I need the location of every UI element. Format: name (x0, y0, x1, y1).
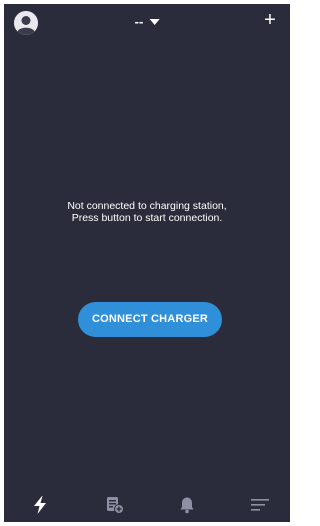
bottom-navigation (4, 488, 290, 522)
station-label: -- (134, 14, 144, 29)
app-screen: -- + Not connected to charging station, … (4, 4, 290, 522)
nav-item-notifications[interactable] (167, 488, 207, 522)
menu-icon (251, 498, 269, 512)
station-selector[interactable]: -- (135, 14, 160, 29)
nav-item-menu[interactable] (240, 488, 280, 522)
user-avatar-icon[interactable] (14, 11, 38, 35)
connection-status-message: Not connected to charging station, Press… (4, 200, 290, 224)
nav-item-charging[interactable] (20, 488, 60, 522)
add-button[interactable]: + (260, 10, 280, 30)
caret-down-icon (149, 19, 160, 25)
bell-icon (179, 496, 195, 514)
lightning-icon (33, 496, 47, 514)
document-add-icon (106, 496, 124, 514)
status-line-1: Not connected to charging station, (67, 200, 227, 212)
connect-charger-button[interactable]: CONNECT CHARGER (78, 302, 222, 337)
status-line-2: Press button to start connection. (71, 212, 223, 224)
top-bar: -- + (4, 4, 290, 42)
nav-item-sessions[interactable] (95, 488, 135, 522)
